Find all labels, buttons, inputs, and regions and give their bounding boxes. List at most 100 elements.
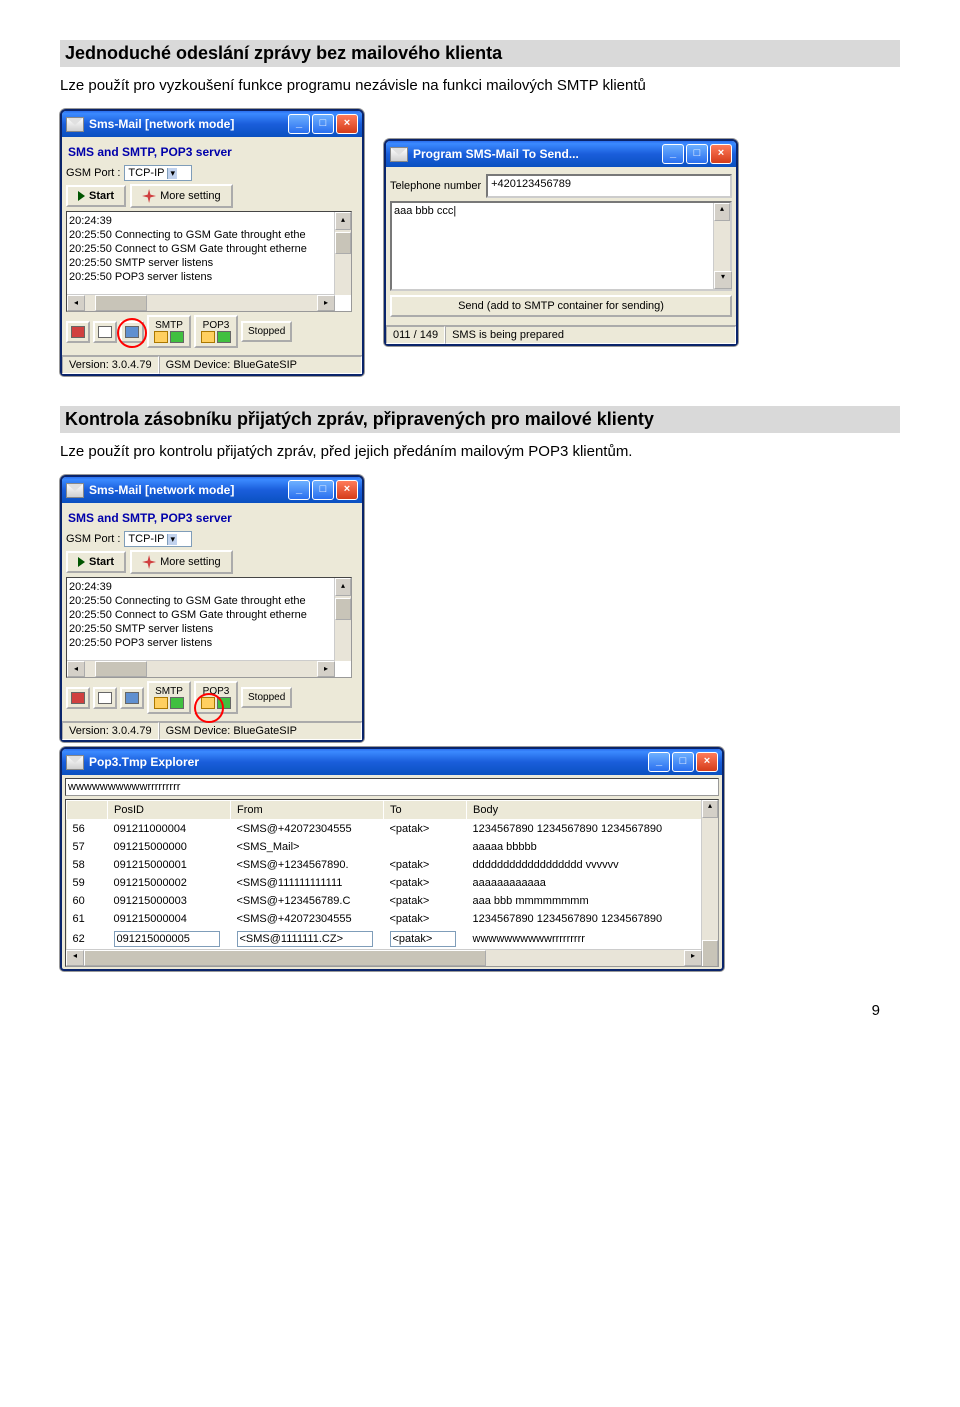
scroll-thumb-h[interactable]	[95, 295, 147, 311]
from-input[interactable]	[237, 931, 373, 947]
send-status-counter: 011 / 149	[386, 326, 445, 344]
telephone-input[interactable]: +420123456789	[486, 174, 732, 198]
page-number: 9	[60, 1002, 900, 1019]
send-title-text: Program SMS-Mail To Send...	[413, 147, 579, 161]
table-row[interactable]: 57091215000000<SMS_Mail>aaaaa bbbbb	[67, 838, 718, 856]
scroll-thumb[interactable]	[335, 232, 351, 254]
scroll-up-icon[interactable]: ▴	[335, 212, 351, 230]
pop3-tab[interactable]: POP3	[194, 681, 238, 714]
table-row[interactable]: 56091211000004<SMS@+42072304555<patak>12…	[67, 820, 718, 839]
section2-desc: Lze použít pro kontrolu přijatých zpráv,…	[60, 443, 900, 460]
table-row[interactable]: 59091215000002<SMS@111111111111<patak>aa…	[67, 874, 718, 892]
close-button[interactable]: ×	[336, 480, 358, 500]
log-scrollbar-h[interactable]: ◂▸	[67, 660, 335, 677]
textarea-scrollbar[interactable]: ▴▾	[713, 203, 730, 289]
close-button[interactable]: ×	[696, 752, 718, 772]
stopped-tab[interactable]: Stopped	[241, 687, 292, 708]
status-version: Version: 3.0.4.79	[62, 722, 159, 740]
table-scrollbar-h[interactable]: ◂▸	[66, 949, 702, 966]
log-scrollbar-v[interactable]: ▴	[334, 212, 351, 295]
minimize-button[interactable]: _	[288, 114, 310, 134]
red-circle-highlight	[117, 318, 147, 348]
minimize-button[interactable]: _	[288, 480, 310, 500]
main-title-text: Sms-Mail [network mode]	[89, 483, 234, 497]
log-scrollbar-h[interactable]: ◂ ▸	[67, 294, 335, 311]
send-status-text: SMS is being prepared	[445, 326, 736, 344]
main-titlebar[interactable]: Sms-Mail [network mode] _ □ ×	[62, 111, 362, 137]
scroll-right-icon[interactable]: ▸	[317, 295, 335, 311]
smtp-tab[interactable]: SMTP	[147, 681, 191, 714]
more-setting-button[interactable]: More setting	[130, 550, 233, 574]
maximize-button[interactable]: □	[672, 752, 694, 772]
gsm-port-label: GSM Port :	[66, 533, 120, 545]
table-row[interactable]: 61091215000004<SMS@+42072304555<patak>12…	[67, 910, 718, 928]
app-icon	[66, 483, 84, 498]
log-output: 20:24:39 20:25:50 Connecting to GSM Gate…	[66, 577, 352, 678]
main-titlebar[interactable]: Sms-Mail [network mode] _ □ ×	[62, 477, 362, 503]
toolbar-icon-2[interactable]	[93, 687, 117, 709]
to-input[interactable]	[390, 931, 456, 947]
chevron-down-icon[interactable]: ▾	[167, 534, 177, 545]
start-button[interactable]: Start	[66, 551, 126, 573]
section1-title: Jednoduché odeslání zprávy bez mailového…	[60, 40, 900, 67]
pop3-top-line: wwwwwwwwwwrrrrrrrrr	[65, 778, 719, 796]
panel-title: SMS and SMTP, POP3 server	[68, 511, 356, 525]
play-icon	[78, 557, 85, 567]
play-icon	[78, 191, 85, 201]
send-status-bar: 011 / 149 SMS is being prepared	[386, 325, 736, 344]
send-button[interactable]: Send (add to SMTP container for sending)	[390, 295, 732, 317]
sms-mail-main-window-2: Sms-Mail [network mode] _ □ × SMS and SM…	[60, 475, 364, 742]
toolbar-icon-smtp-monitor[interactable]	[120, 321, 144, 343]
pop3-titlebar[interactable]: Pop3.Tmp Explorer _ □ ×	[62, 749, 722, 775]
table-row[interactable]: 62wwwwwwwwwwrrrrrrrrr	[67, 928, 718, 950]
section1-desc: Lze použít pro vyzkoušení funkce program…	[60, 77, 900, 94]
main-status-bar: Version: 3.0.4.79 GSM Device: BlueGateSI…	[62, 721, 362, 740]
main-status-bar: Version: 3.0.4.79 GSM Device: BlueGateSI…	[62, 355, 362, 374]
close-button[interactable]: ×	[710, 144, 732, 164]
pop3-tab[interactable]: POP3	[194, 315, 238, 348]
col-num[interactable]	[67, 801, 108, 820]
gsm-port-combo[interactable]: TCP-IP ▾	[124, 531, 192, 547]
gsm-port-value: TCP-IP	[128, 167, 164, 179]
col-from[interactable]: From	[231, 801, 384, 820]
start-button[interactable]: Start	[66, 185, 126, 207]
toolbar-icon-1[interactable]	[66, 321, 90, 343]
gsm-port-combo[interactable]: TCP-IP ▾	[124, 165, 192, 181]
scroll-left-icon[interactable]: ◂	[67, 295, 85, 311]
minimize-button[interactable]: _	[662, 144, 684, 164]
toolbar-icon-1[interactable]	[66, 687, 90, 709]
table-row[interactable]: 60091215000003<SMS@+123456789.C<patak>aa…	[67, 892, 718, 910]
main-title-text: Sms-Mail [network mode]	[89, 117, 234, 131]
status-version: Version: 3.0.4.79	[62, 356, 159, 374]
status-device: GSM Device: BlueGateSIP	[159, 722, 362, 740]
col-body[interactable]: Body	[467, 801, 718, 820]
col-to[interactable]: To	[384, 801, 467, 820]
more-setting-button[interactable]: More setting	[130, 184, 233, 208]
col-posid[interactable]: PosID	[108, 801, 231, 820]
minimize-button[interactable]: _	[648, 752, 670, 772]
table-scrollbar-v[interactable]: ▴	[701, 800, 718, 950]
chevron-down-icon[interactable]: ▾	[167, 168, 177, 179]
maximize-button[interactable]: □	[312, 114, 334, 134]
red-circle-highlight	[194, 693, 224, 723]
stopped-tab[interactable]: Stopped	[241, 321, 292, 342]
app-icon	[390, 147, 408, 162]
maximize-button[interactable]: □	[312, 480, 334, 500]
table-row[interactable]: 58091215000001<SMS@+1234567890.<patak>dd…	[67, 856, 718, 874]
send-window: Program SMS-Mail To Send... _ □ × Teleph…	[384, 139, 738, 346]
pop3-explorer-window: Pop3.Tmp Explorer _ □ × wwwwwwwwwwrrrrrr…	[60, 747, 724, 971]
send-titlebar[interactable]: Program SMS-Mail To Send... _ □ ×	[386, 141, 736, 167]
sms-mail-main-window: Sms-Mail [network mode] _ □ × SMS and SM…	[60, 109, 364, 376]
posid-input[interactable]	[114, 931, 220, 947]
toolbar-icon-2[interactable]	[93, 321, 117, 343]
pop3-title-text: Pop3.Tmp Explorer	[89, 755, 199, 769]
close-button[interactable]: ×	[336, 114, 358, 134]
toolbar-icon-smtp-monitor[interactable]	[120, 687, 144, 709]
maximize-button[interactable]: □	[686, 144, 708, 164]
message-textarea[interactable]: aaa bbb ccc ▴▾	[390, 201, 732, 291]
smtp-tab[interactable]: SMTP	[147, 315, 191, 348]
app-icon	[66, 117, 84, 132]
gear-icon	[142, 189, 156, 203]
pop3-table: PosID From To Body 56091211000004<SMS@+4…	[66, 800, 718, 950]
log-scrollbar-v[interactable]: ▴	[334, 578, 351, 661]
